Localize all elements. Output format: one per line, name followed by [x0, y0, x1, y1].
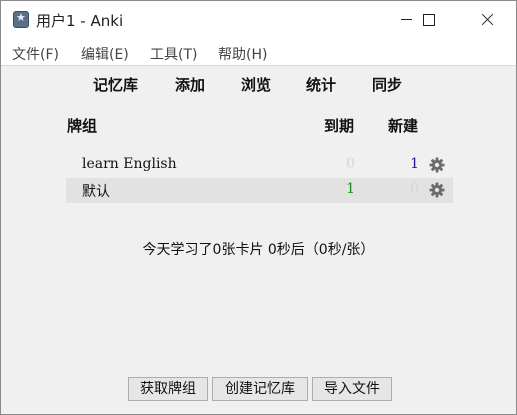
- title-bar[interactable]: 用户1 - Anki: [1, 1, 516, 38]
- window-title: 用户1 - Anki: [36, 12, 124, 30]
- menu-bar: 文件(F) 编辑(E) 工具(T) 帮助(H): [1, 38, 516, 66]
- anki-main-window: 用户1 - Anki 文件(F) 编辑(E) 工具(T) 帮助(H) 记忆库 添…: [0, 0, 517, 415]
- toolbar-decks[interactable]: 记忆库: [93, 74, 138, 95]
- due-count: 1: [346, 181, 355, 197]
- toolbar-browse[interactable]: 浏览: [241, 74, 271, 95]
- toolbar-sync[interactable]: 同步: [372, 74, 402, 95]
- get-shared-decks-button[interactable]: 获取牌组: [128, 377, 208, 401]
- due-column-header: 到期: [324, 117, 355, 135]
- create-deck-button[interactable]: 创建记忆库: [212, 377, 308, 401]
- gear-icon[interactable]: [429, 157, 445, 173]
- gear-icon[interactable]: [429, 182, 445, 198]
- main-toolbar: 记忆库 添加 浏览 统计 同步: [1, 67, 516, 101]
- close-button[interactable]: [464, 1, 510, 38]
- new-count: 0: [410, 181, 419, 197]
- maximize-button[interactable]: [405, 1, 451, 38]
- menu-help[interactable]: 帮助(H): [218, 44, 267, 64]
- deck-row-default[interactable]: 默认 1 0: [66, 178, 453, 203]
- anki-star-icon: [13, 11, 29, 28]
- deck-name[interactable]: learn English: [82, 156, 177, 172]
- toolbar-add[interactable]: 添加: [175, 74, 205, 95]
- menu-edit[interactable]: 编辑(E): [81, 44, 129, 64]
- import-file-button[interactable]: 导入文件: [312, 377, 392, 401]
- new-column-header: 新建: [388, 117, 419, 135]
- due-count: 0: [346, 156, 355, 172]
- toolbar-stats[interactable]: 统计: [306, 74, 336, 95]
- menu-tools[interactable]: 工具(T): [150, 44, 197, 64]
- study-stats-text: 今天学习了0张卡片 0秒后（0秒/张）: [142, 242, 375, 258]
- deck-name[interactable]: 默认: [82, 181, 110, 201]
- menu-file[interactable]: 文件(F): [12, 44, 59, 64]
- deck-column-header: 牌组: [67, 117, 98, 135]
- deck-row-learn-english[interactable]: learn English 0 1: [66, 153, 453, 178]
- new-count: 1: [410, 156, 419, 172]
